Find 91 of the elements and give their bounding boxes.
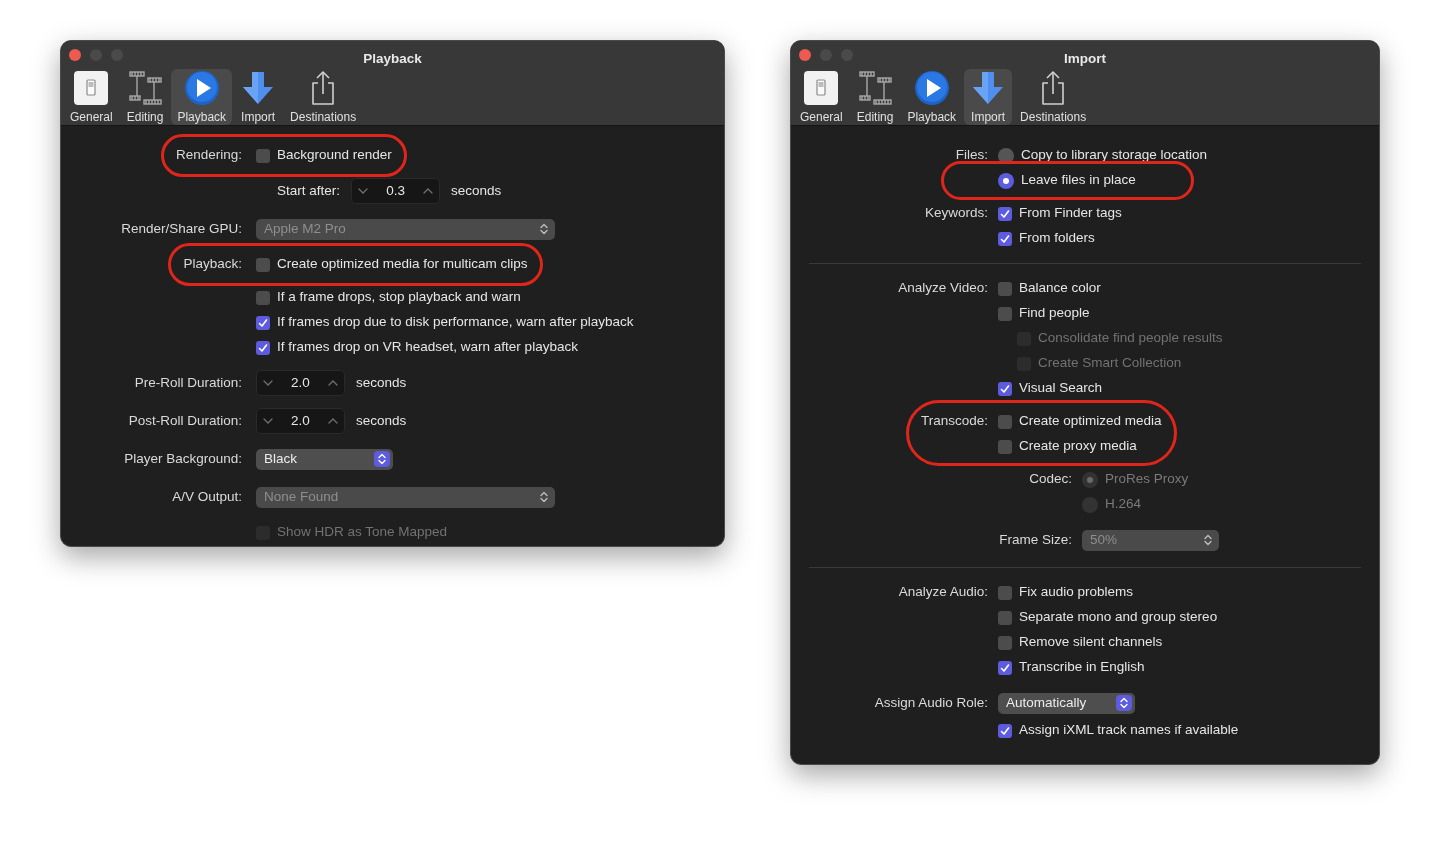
checkbox[interactable] xyxy=(256,315,270,330)
checkbox-label: Create Smart Collection xyxy=(1038,354,1182,373)
checkbox-label: Create optimized media xyxy=(1019,412,1162,431)
popup-button[interactable]: Black xyxy=(256,448,393,470)
checkbox[interactable] xyxy=(998,723,1012,738)
toolbar-tab[interactable]: Playback xyxy=(901,69,963,125)
checkbox-label: Separate mono and group stereo xyxy=(1019,608,1218,627)
checkbox[interactable] xyxy=(998,381,1012,396)
checkbox[interactable] xyxy=(998,585,1012,600)
field-label: Files: xyxy=(955,146,988,165)
play-icon xyxy=(183,70,220,106)
unit-label: seconds xyxy=(356,373,407,392)
checkbox-label: Find people xyxy=(1019,304,1090,323)
window-title: Import xyxy=(1064,51,1106,66)
unit-label: seconds xyxy=(451,181,502,200)
checkbox-label: Remove silent channels xyxy=(1019,633,1163,652)
checkbox-label: If frames drop due to disk performance, warn after playback xyxy=(277,313,634,332)
general-icon xyxy=(73,70,110,106)
checkbox[interactable] xyxy=(256,290,270,305)
checkbox-label: Show HDR as Tone Mapped xyxy=(277,523,448,542)
stepper-value: 2.0 xyxy=(291,373,310,392)
checkbox[interactable] xyxy=(998,660,1012,675)
checkbox-label: If a frame drops, stop playback and warn xyxy=(277,288,521,307)
radio-label: Copy to library storage location xyxy=(1021,146,1208,165)
toolbar-tab[interactable]: General xyxy=(794,69,849,125)
up-down-chevron-icon xyxy=(374,451,390,467)
checkbox[interactable] xyxy=(998,206,1012,221)
field-label: Player Background: xyxy=(124,449,242,468)
film-strip-icon xyxy=(857,70,894,106)
field-label: Transcode: xyxy=(920,412,988,431)
checkbox[interactable] xyxy=(998,610,1012,625)
play-icon xyxy=(913,70,950,106)
stepper-value: 2.0 xyxy=(291,411,310,430)
field-label: Keywords: xyxy=(924,204,988,223)
radio-label: ProRes Proxy xyxy=(1105,470,1189,489)
checkbox[interactable] xyxy=(998,306,1012,321)
checkbox-label: Create proxy media xyxy=(1019,437,1137,456)
checkbox[interactable] xyxy=(256,148,270,163)
stepper-value: 0.3 xyxy=(386,181,405,200)
field-label: Playback: xyxy=(183,255,242,274)
field-label: Render/Share GPU: xyxy=(121,219,242,238)
checkbox[interactable] xyxy=(998,414,1012,429)
checkbox-label: Visual Search xyxy=(1019,379,1103,398)
field-label: Start after: xyxy=(277,181,341,200)
checkbox-label: Transcribe in English xyxy=(1019,658,1145,677)
close-button[interactable] xyxy=(799,49,811,61)
checkbox-label: From folders xyxy=(1019,229,1095,248)
toolbar-tab[interactable]: Editing xyxy=(120,69,170,125)
popup-button[interactable]: Automatically xyxy=(998,692,1135,714)
checkbox[interactable] xyxy=(998,635,1012,650)
checkbox-label: Fix audio problems xyxy=(1019,583,1134,602)
toolbar-tab[interactable]: Editing xyxy=(850,69,900,125)
field-label: Frame Size: xyxy=(999,530,1072,549)
up-down-chevron-icon xyxy=(1116,695,1132,711)
checkbox-label: If frames drop on VR headset, warn after playback xyxy=(277,338,578,357)
field-label: Analyze Video: xyxy=(898,279,988,298)
checkbox[interactable] xyxy=(998,231,1012,246)
radio-label: H.264 xyxy=(1105,495,1142,514)
field-label: A/V Output: xyxy=(172,487,242,506)
field-label: Pre-Roll Duration: xyxy=(134,373,242,392)
toolbar-tab[interactable]: Playback xyxy=(171,69,233,125)
window-title: Playback xyxy=(363,51,422,66)
stepper[interactable]: 0.3 xyxy=(351,178,441,204)
checkbox-label: Background render xyxy=(277,146,392,165)
field-label: Codec: xyxy=(1029,470,1072,489)
checkbox-label: Create optimized media for multicam clips xyxy=(277,255,528,274)
field-label: Assign Audio Role: xyxy=(874,693,988,712)
checkbox[interactable] xyxy=(256,257,270,272)
checkbox[interactable] xyxy=(256,340,270,355)
close-button[interactable] xyxy=(69,49,81,61)
general-icon xyxy=(803,70,840,106)
checkbox-label: From Finder tags xyxy=(1019,204,1122,223)
field-label: Analyze Audio: xyxy=(898,583,988,602)
stepper[interactable]: 2.0 xyxy=(256,408,345,434)
checkbox-label: Assign iXML track names if available xyxy=(1019,721,1239,740)
toolbar-tab[interactable]: Destinations xyxy=(284,69,363,125)
radio-button[interactable] xyxy=(998,172,1014,189)
field-label: Rendering: xyxy=(175,146,242,165)
toolbar-tab[interactable]: General xyxy=(64,69,119,125)
radio-label: Leave files in place xyxy=(1021,171,1136,190)
checkbox[interactable] xyxy=(998,281,1012,296)
checkbox-label: Consolidate find people results xyxy=(1038,329,1223,348)
checkbox-label: Balance color xyxy=(1019,279,1101,298)
film-strip-icon xyxy=(127,70,164,106)
stepper[interactable]: 2.0 xyxy=(256,370,345,396)
toolbar-tab[interactable]: Destinations xyxy=(1014,69,1093,125)
toolbar-tab[interactable]: Import xyxy=(234,69,283,125)
unit-label: seconds xyxy=(356,411,407,430)
field-label: Post-Roll Duration: xyxy=(128,411,242,430)
checkbox[interactable] xyxy=(998,439,1012,454)
toolbar-tab[interactable]: Import xyxy=(964,69,1013,125)
